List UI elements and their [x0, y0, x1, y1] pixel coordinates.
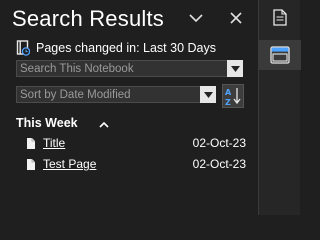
page-link[interactable]: Title: [43, 136, 65, 150]
dropdown-arrow-icon[interactable]: [200, 86, 216, 103]
search-results-pane: Search Results Pages changed in: Last 30…: [0, 0, 258, 215]
dropdown-arrow-icon[interactable]: [227, 60, 243, 77]
scope-label: Pages changed in: Last 30 Days: [36, 41, 216, 55]
group-label: This Week: [16, 116, 78, 130]
side-rail: [258, 0, 301, 215]
list-item[interactable]: Test Page 02-Oct-23: [26, 156, 246, 172]
page-icon[interactable]: [259, 2, 301, 32]
chevron-down-icon[interactable]: [186, 8, 206, 28]
sort-value: Sort by Date Modified: [20, 88, 131, 101]
close-icon[interactable]: [226, 8, 246, 28]
pane-title: Search Results: [12, 6, 164, 31]
notebook-clock-icon: [16, 40, 31, 56]
sort-dropdown[interactable]: Sort by Date Modified: [16, 86, 216, 103]
panel-icon[interactable]: [259, 40, 301, 70]
page-link[interactable]: Test Page: [43, 157, 96, 171]
chevron-up-icon[interactable]: [99, 118, 109, 132]
page-icon: [26, 137, 36, 150]
search-scope-value: Search This Notebook: [20, 62, 134, 75]
page-date: 02-Oct-23: [192, 157, 246, 171]
search-scope-dropdown[interactable]: Search This Notebook: [16, 60, 243, 77]
group-header[interactable]: This Week: [16, 116, 109, 130]
page-icon: [26, 158, 36, 171]
svg-text:Z: Z: [225, 98, 231, 107]
svg-text:A: A: [225, 88, 232, 97]
list-item[interactable]: Title 02-Oct-23: [26, 135, 246, 151]
scope-selector[interactable]: Pages changed in: Last 30 Days: [16, 40, 216, 56]
sort-a-z-icon[interactable]: A Z: [222, 84, 244, 108]
page-date: 02-Oct-23: [192, 136, 246, 150]
